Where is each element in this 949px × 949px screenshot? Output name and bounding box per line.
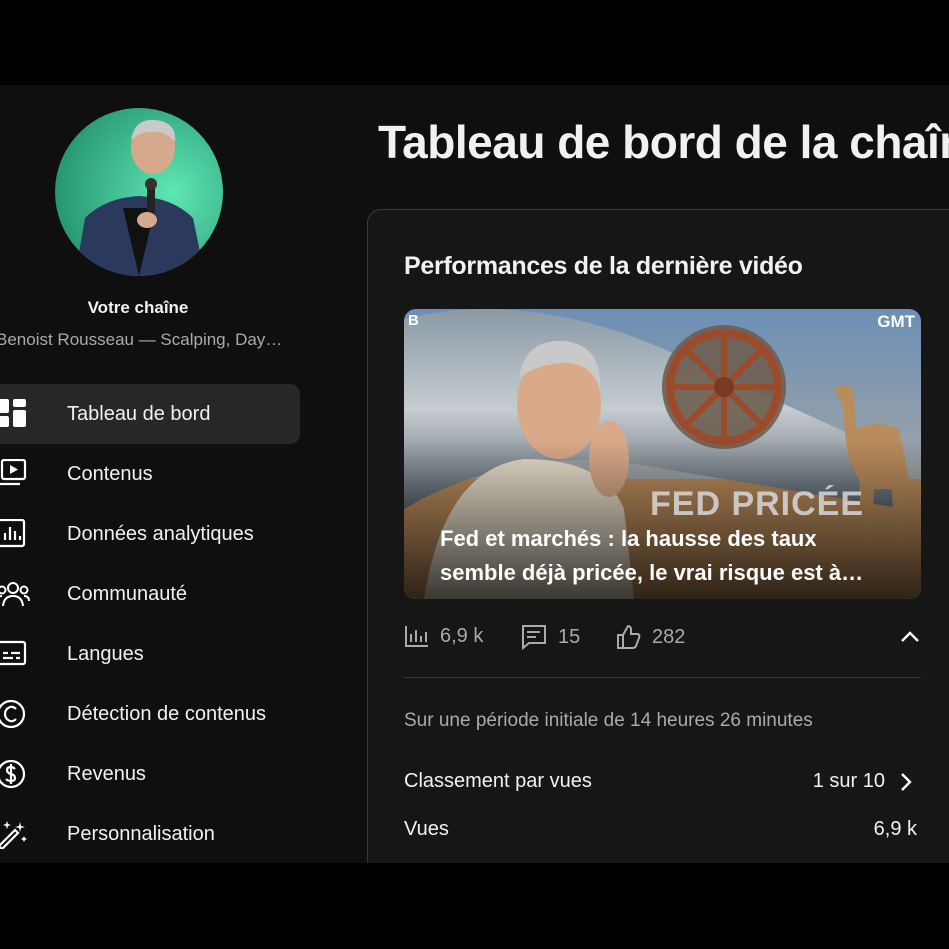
sidebar-item-dashboard[interactable]: Tableau de bord xyxy=(0,384,300,444)
thumbs-up-icon xyxy=(617,624,641,649)
card-title: Performances de la dernière vidéo xyxy=(404,252,803,280)
sidebar-item-languages[interactable]: Langues xyxy=(0,624,300,684)
sidebar-item-label: Langues xyxy=(67,642,144,665)
sidebar-item-content-detection[interactable]: Détection de contenus xyxy=(0,684,300,744)
video-title-line: semble déjà pricée, le vrai risque est à… xyxy=(440,560,864,585)
chevron-up-icon[interactable] xyxy=(899,626,921,648)
sidebar-item-label: Contenus xyxy=(67,462,153,485)
channel-name: Benoist Rousseau — Scalping, Day Trading xyxy=(0,330,286,349)
channel-avatar[interactable] xyxy=(55,108,223,276)
dollar-icon xyxy=(0,759,26,789)
ranking-value-text: 1 sur 10 xyxy=(812,770,885,792)
likes-count: 282 xyxy=(652,625,686,648)
views-stat: 6,9 k xyxy=(404,624,483,648)
divider xyxy=(404,677,921,678)
views-value: 6,9 k xyxy=(873,818,917,840)
likes-stat: 282 xyxy=(616,624,685,650)
sidebar-item-content[interactable]: Contenus xyxy=(0,444,300,504)
avatar-image xyxy=(55,108,223,276)
sidebar-item-label: Personnalisation xyxy=(67,822,215,845)
sidebar-item-label: Communauté xyxy=(67,582,188,605)
ranking-label: Classement par vues xyxy=(404,770,592,792)
sidebar: Votre chaîne Benoist Rousseau — Scalping… xyxy=(0,85,330,863)
community-icon xyxy=(0,582,30,607)
sidebar-item-analytics[interactable]: Données analytiques xyxy=(0,504,300,564)
comment-icon xyxy=(522,625,546,650)
period-text: Sur une période initiale de 14 heures 26… xyxy=(404,710,813,731)
sidebar-item-label: Données analytiques xyxy=(67,522,254,545)
sidebar-item-label: Revenus xyxy=(67,762,146,785)
thumbnail-logo: B xyxy=(408,312,419,329)
bar-chart-icon xyxy=(405,626,428,647)
sidebar-item-community[interactable]: Communauté xyxy=(0,564,300,624)
copyright-icon xyxy=(0,699,26,729)
analytics-icon xyxy=(0,519,26,548)
video-title[interactable]: Fed et marchés : la hausse des taux semb… xyxy=(440,522,880,590)
chevron-right-icon xyxy=(901,772,912,791)
content-icon xyxy=(0,459,27,486)
subtitles-icon xyxy=(0,640,27,666)
video-title-line: Fed et marchés : la hausse des taux xyxy=(440,526,817,551)
sidebar-item-customization[interactable]: Personnalisation xyxy=(0,804,300,863)
thumbnail-overlay-text: FED PRICÉE xyxy=(650,485,865,523)
studio-app: Votre chaîne Benoist Rousseau — Scalping… xyxy=(0,85,949,863)
magic-wand-icon xyxy=(0,821,27,849)
sidebar-item-label: Tableau de bord xyxy=(67,402,211,425)
views-row: Vues 6,9 k xyxy=(404,818,921,841)
sidebar-nav: Tableau de bord Contenus Données analyti… xyxy=(0,384,300,863)
sidebar-item-revenue[interactable]: Revenus xyxy=(0,744,300,804)
views-label: Vues xyxy=(404,818,449,840)
views-count: 6,9 k xyxy=(440,624,484,647)
comments-stat: 15 xyxy=(520,624,580,650)
channel-title: Votre chaîne xyxy=(87,298,189,317)
page-title: Tableau de bord de la chaîne xyxy=(378,116,949,168)
latest-video-card: Performances de la dernière vidéo B GMT … xyxy=(367,209,949,863)
thumbnail-brand: GMT xyxy=(877,312,915,331)
ranking-row[interactable]: Classement par vues 1 sur 10 xyxy=(404,770,921,793)
video-stats: 6,9 k 15 282 xyxy=(404,624,921,654)
video-thumbnail[interactable]: B GMT FED PRICÉE Fed et marchés : la hau… xyxy=(404,309,921,599)
dashboard-icon xyxy=(0,399,26,427)
comments-count: 15 xyxy=(558,625,581,648)
sidebar-item-label: Détection de contenus xyxy=(67,702,267,725)
ranking-value: 1 sur 10 xyxy=(813,770,917,793)
